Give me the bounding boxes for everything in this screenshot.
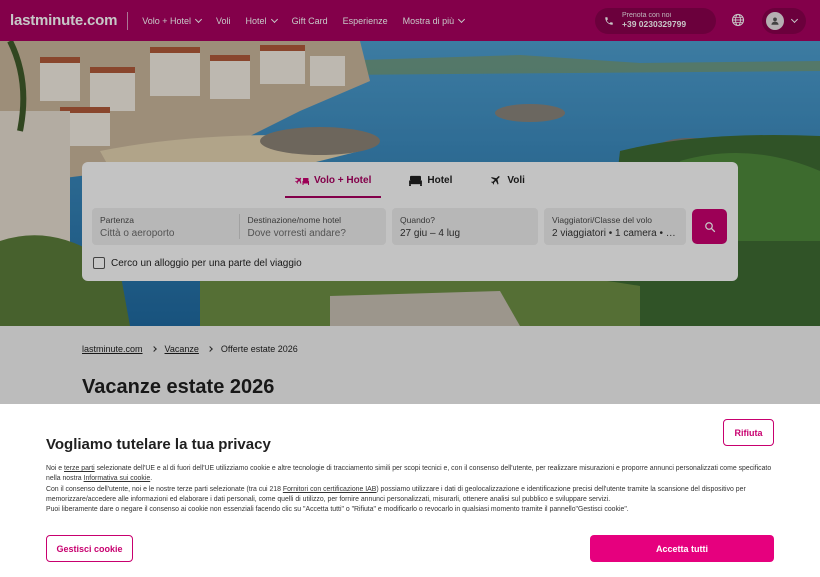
accept-all-button[interactable]: Accetta tutti [590, 535, 774, 562]
cookie-text: Noi e terze parti selezionate dell'UE e … [46, 464, 774, 515]
origin-destination-group: Partenza Città o aeroporto Destinazione/… [92, 208, 386, 245]
tab-hotel[interactable]: Hotel [399, 162, 462, 198]
destination-label: Destinazione/nome hotel [247, 214, 342, 225]
dates-label: Quando? [400, 214, 435, 225]
nav-esperienze-label: Esperienze [342, 15, 388, 26]
partial-stay-checkbox[interactable] [93, 257, 105, 269]
cookie-p1-c: . [150, 475, 153, 483]
cookie-p1-a: Noi e [46, 465, 65, 472]
breadcrumb-home[interactable]: lastminute.com [82, 344, 143, 354]
search-icon [704, 221, 715, 232]
globe-icon[interactable] [731, 13, 745, 27]
logo-divider [127, 11, 129, 30]
chevron-down-icon [790, 15, 799, 24]
chevron-down-icon [270, 15, 278, 23]
main-nav: Volo + Hotel Voli Hotel Gift Card Esperi… [142, 15, 479, 26]
site-logo[interactable]: lastminute.com [10, 12, 117, 29]
travellers-label: Viaggiatori/Classe del volo [552, 214, 653, 225]
breadcrumb-vacanze[interactable]: Vacanze [165, 344, 199, 354]
nav-volo-hotel[interactable]: Volo + Hotel [142, 15, 203, 26]
dates-value: 27 giu – 4 lug [400, 227, 461, 239]
nav-volo-hotel-label: Volo + Hotel [142, 15, 192, 26]
chevron-down-icon [458, 15, 466, 23]
breadcrumb-current: Offerte estate 2026 [220, 344, 298, 354]
tab-voli-label: Voli [507, 174, 525, 186]
travellers-value: 2 viaggiatori • 1 camera • … [552, 227, 676, 239]
reject-button[interactable]: Rifiuta [723, 419, 774, 446]
bed-icon [409, 175, 423, 186]
nav-voli[interactable]: Voli [216, 16, 231, 26]
cookie-p1-b: selezionate dell'UE e al di fuori dell'U… [46, 465, 772, 483]
plane-icon [491, 176, 500, 185]
plane-bed-icon [295, 177, 310, 185]
avatar [766, 12, 784, 30]
breadcrumb: lastminute.com Vacanze Offerte estate 20… [82, 344, 298, 354]
cookie-policy-link[interactable]: Informativa sui cookie [84, 475, 151, 482]
user-icon [771, 17, 779, 25]
nav-mostra-label: Mostra di più [402, 15, 455, 26]
tab-volo-hotel-label: Volo + Hotel [314, 174, 372, 186]
travellers-field[interactable]: Viaggiatori/Classe del volo 2 viaggiator… [544, 208, 686, 245]
cookie-title: Vogliamo tutelare la tua privacy [46, 436, 271, 453]
search-panel: Volo + Hotel Hotel Voli Partenza Città o… [82, 162, 738, 281]
iab-vendors-link[interactable]: Fornitori con certificazione IAB [283, 486, 376, 493]
tab-hotel-label: Hotel [427, 174, 453, 186]
cookie-paragraph-1: Noi e terze parti selezionate dell'UE e … [46, 464, 774, 485]
top-navigation-bar: lastminute.com Volo + Hotel Voli Hotel G… [0, 0, 820, 41]
chevron-right-icon [150, 346, 157, 352]
chevron-down-icon [194, 15, 203, 23]
manage-cookies-button[interactable]: Gestisci cookie [46, 535, 133, 562]
cookie-paragraph-2: Con il consenso dell'utente, noi e le no… [46, 485, 774, 506]
third-parties-link[interactable]: terze parti [64, 465, 95, 472]
cookie-consent-banner: Vogliamo tutelare la tua privacy Rifiuta… [0, 404, 820, 577]
cookie-paragraph-3: Puoi liberamente dare o negare il consen… [46, 506, 629, 514]
search-fields: Partenza Città o aeroporto Destinazione/… [92, 208, 686, 245]
nav-hotel[interactable]: Hotel [245, 15, 278, 26]
partial-stay-label: Cerco un alloggio per una parte del viag… [111, 257, 302, 269]
chevron-right-icon [207, 346, 213, 352]
destination-placeholder: Dove vorresti andare? [247, 227, 346, 239]
nav-mostra-di-piu[interactable]: Mostra di più [402, 15, 466, 26]
tab-voli[interactable]: Voli [480, 162, 535, 198]
account-menu-button[interactable] [762, 8, 806, 34]
departure-label: Partenza [100, 214, 135, 225]
partial-stay-checkbox-row[interactable]: Cerco un alloggio per una parte del viag… [93, 257, 302, 269]
departure-placeholder: Città o aeroporto [100, 227, 175, 239]
phone-caption: Prenota con noi [622, 12, 672, 20]
phone-number: +39 0230329799 [622, 19, 687, 30]
phone-icon [605, 17, 613, 25]
nav-hotel-label: Hotel [245, 15, 267, 26]
nav-esperienze[interactable]: Esperienze [343, 16, 388, 26]
phone-booking-button[interactable]: Prenota con noi +39 0230329799 [595, 8, 716, 34]
search-tabs: Volo + Hotel Hotel Voli [82, 162, 738, 198]
dates-field[interactable]: Quando? 27 giu – 4 lug [392, 208, 538, 245]
tab-volo-hotel[interactable]: Volo + Hotel [285, 162, 382, 198]
nav-gift-card[interactable]: Gift Card [292, 16, 328, 26]
departure-field[interactable]: Partenza Città o aeroporto [92, 208, 239, 245]
nav-voli-label: Voli [216, 15, 231, 26]
cookie-p2-a: Con il consenso dell'utente, noi e le no… [46, 485, 283, 493]
page-title: Vacanze estate 2026 [82, 376, 275, 398]
nav-gift-card-label: Gift Card [291, 15, 328, 26]
search-button[interactable] [692, 209, 727, 244]
destination-field[interactable]: Destinazione/nome hotel Dove vorresti an… [240, 208, 387, 245]
